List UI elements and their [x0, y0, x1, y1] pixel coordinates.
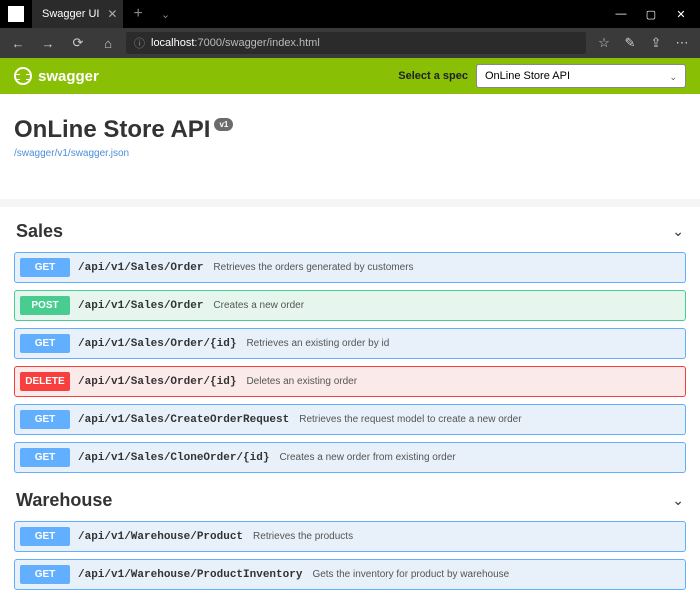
- api-header: OnLine Store API v1 /swagger/v1/swagger.…: [0, 94, 700, 199]
- method-badge: GET: [20, 448, 70, 467]
- operation-description: Retrieves an existing order by id: [246, 338, 389, 349]
- method-badge: DELETE: [20, 372, 70, 391]
- section-header[interactable]: Warehouse ⌄: [14, 480, 686, 521]
- chevron-down-icon: ⌄: [672, 492, 684, 509]
- chevron-down-icon: ⌄: [669, 72, 677, 83]
- operation-path: /api/v1/Sales/Order/{id}: [78, 376, 236, 388]
- home-button[interactable]: ⌂: [96, 31, 120, 55]
- operation-row[interactable]: GET/api/v1/Sales/Order/{id} Retrieves an …: [14, 328, 686, 359]
- section-title: Warehouse: [16, 490, 112, 511]
- swagger-topbar: swagger Select a spec OnLine Store API ⌄: [0, 58, 700, 94]
- nav-bar: ← → ⟳ ⌂ ⓘ localhost:7000/swagger/index.h…: [0, 28, 700, 58]
- back-button[interactable]: ←: [6, 31, 30, 55]
- swagger-brand: swagger: [38, 68, 99, 85]
- tab-title: Swagger UI: [42, 8, 99, 20]
- operation-row[interactable]: DELETE/api/v1/Sales/Order/{id} Deletes an…: [14, 366, 686, 397]
- browser-tab[interactable]: Swagger UI ✕: [32, 0, 123, 28]
- address-bar[interactable]: ⓘ localhost:7000/swagger/index.html: [126, 32, 586, 54]
- operation-path: /api/v1/Sales/CloneOrder/{id}: [78, 452, 269, 464]
- operation-path: /api/v1/Sales/Order: [78, 262, 203, 274]
- api-json-link[interactable]: /swagger/v1/swagger.json: [14, 148, 686, 159]
- favorite-icon[interactable]: ☆: [592, 31, 616, 55]
- spec-select[interactable]: OnLine Store API ⌄: [476, 64, 686, 88]
- info-icon: ⓘ: [134, 35, 145, 51]
- more-icon[interactable]: ⋯: [670, 31, 694, 55]
- swagger-logo: swagger: [14, 67, 99, 85]
- refresh-button[interactable]: ⟳: [66, 31, 90, 55]
- operation-row[interactable]: GET/api/v1/Sales/CreateOrderRequest Retri…: [14, 404, 686, 435]
- method-badge: GET: [20, 258, 70, 277]
- method-badge: GET: [20, 410, 70, 429]
- close-window-button[interactable]: ✕: [666, 0, 696, 28]
- maximize-button[interactable]: ▢: [636, 0, 666, 28]
- operation-path: /api/v1/Sales/CreateOrderRequest: [78, 414, 289, 426]
- version-badge: v1: [214, 118, 233, 131]
- method-badge: GET: [20, 565, 70, 584]
- operation-description: Retrieves the orders generated by custom…: [213, 262, 413, 273]
- spec-selected: OnLine Store API: [485, 70, 570, 82]
- operation-row[interactable]: GET/api/v1/Warehouse/Product Retrieves th…: [14, 521, 686, 552]
- operation-row[interactable]: GET/api/v1/Sales/CloneOrder/{id} Creates …: [14, 442, 686, 473]
- method-badge: GET: [20, 334, 70, 353]
- method-badge: GET: [20, 527, 70, 546]
- operations-container: Sales ⌄ GET/api/v1/Sales/Order Retrieves th…: [0, 207, 700, 609]
- operation-description: Creates a new order from existing order: [279, 452, 455, 463]
- swagger-logo-icon: [14, 67, 32, 85]
- app-icon: [8, 6, 24, 22]
- operation-path: /api/v1/Warehouse/ProductInventory: [78, 569, 302, 581]
- close-icon[interactable]: ✕: [107, 7, 117, 21]
- share-icon[interactable]: ⇪: [644, 31, 668, 55]
- url-text: localhost:7000/swagger/index.html: [151, 37, 320, 49]
- minimize-button[interactable]: —: [606, 0, 636, 28]
- api-title: OnLine Store API v1: [14, 116, 233, 144]
- method-badge: POST: [20, 296, 70, 315]
- operation-row[interactable]: POST/api/v1/Sales/Order Creates a new ord…: [14, 290, 686, 321]
- operation-row[interactable]: GET/api/v1/Sales/Order Retrieves the orde…: [14, 252, 686, 283]
- operation-path: /api/v1/Sales/Order/{id}: [78, 338, 236, 350]
- operation-description: Gets the inventory for product by wareho…: [312, 569, 509, 580]
- operation-description: Retrieves the request model to create a …: [299, 414, 521, 425]
- spec-label: Select a spec: [398, 70, 468, 82]
- operation-description: Deletes an existing order: [246, 376, 357, 387]
- operation-description: Retrieves the products: [253, 531, 353, 542]
- new-tab-button[interactable]: +: [123, 5, 152, 23]
- chevron-down-icon: ⌄: [672, 223, 684, 240]
- operation-description: Creates a new order: [213, 300, 304, 311]
- operation-row[interactable]: GET/api/v1/Warehouse/ProductInventory Get…: [14, 559, 686, 590]
- title-bar: Swagger UI ✕ + ⌄ — ▢ ✕: [0, 0, 700, 28]
- forward-button[interactable]: →: [36, 31, 60, 55]
- section-header[interactable]: Sales ⌄: [14, 211, 686, 252]
- operation-path: /api/v1/Sales/Order: [78, 300, 203, 312]
- section-title: Sales: [16, 221, 63, 242]
- operation-path: /api/v1/Warehouse/Product: [78, 531, 243, 543]
- tabs-menu-icon[interactable]: ⌄: [153, 8, 178, 21]
- notes-icon[interactable]: ✎: [618, 31, 642, 55]
